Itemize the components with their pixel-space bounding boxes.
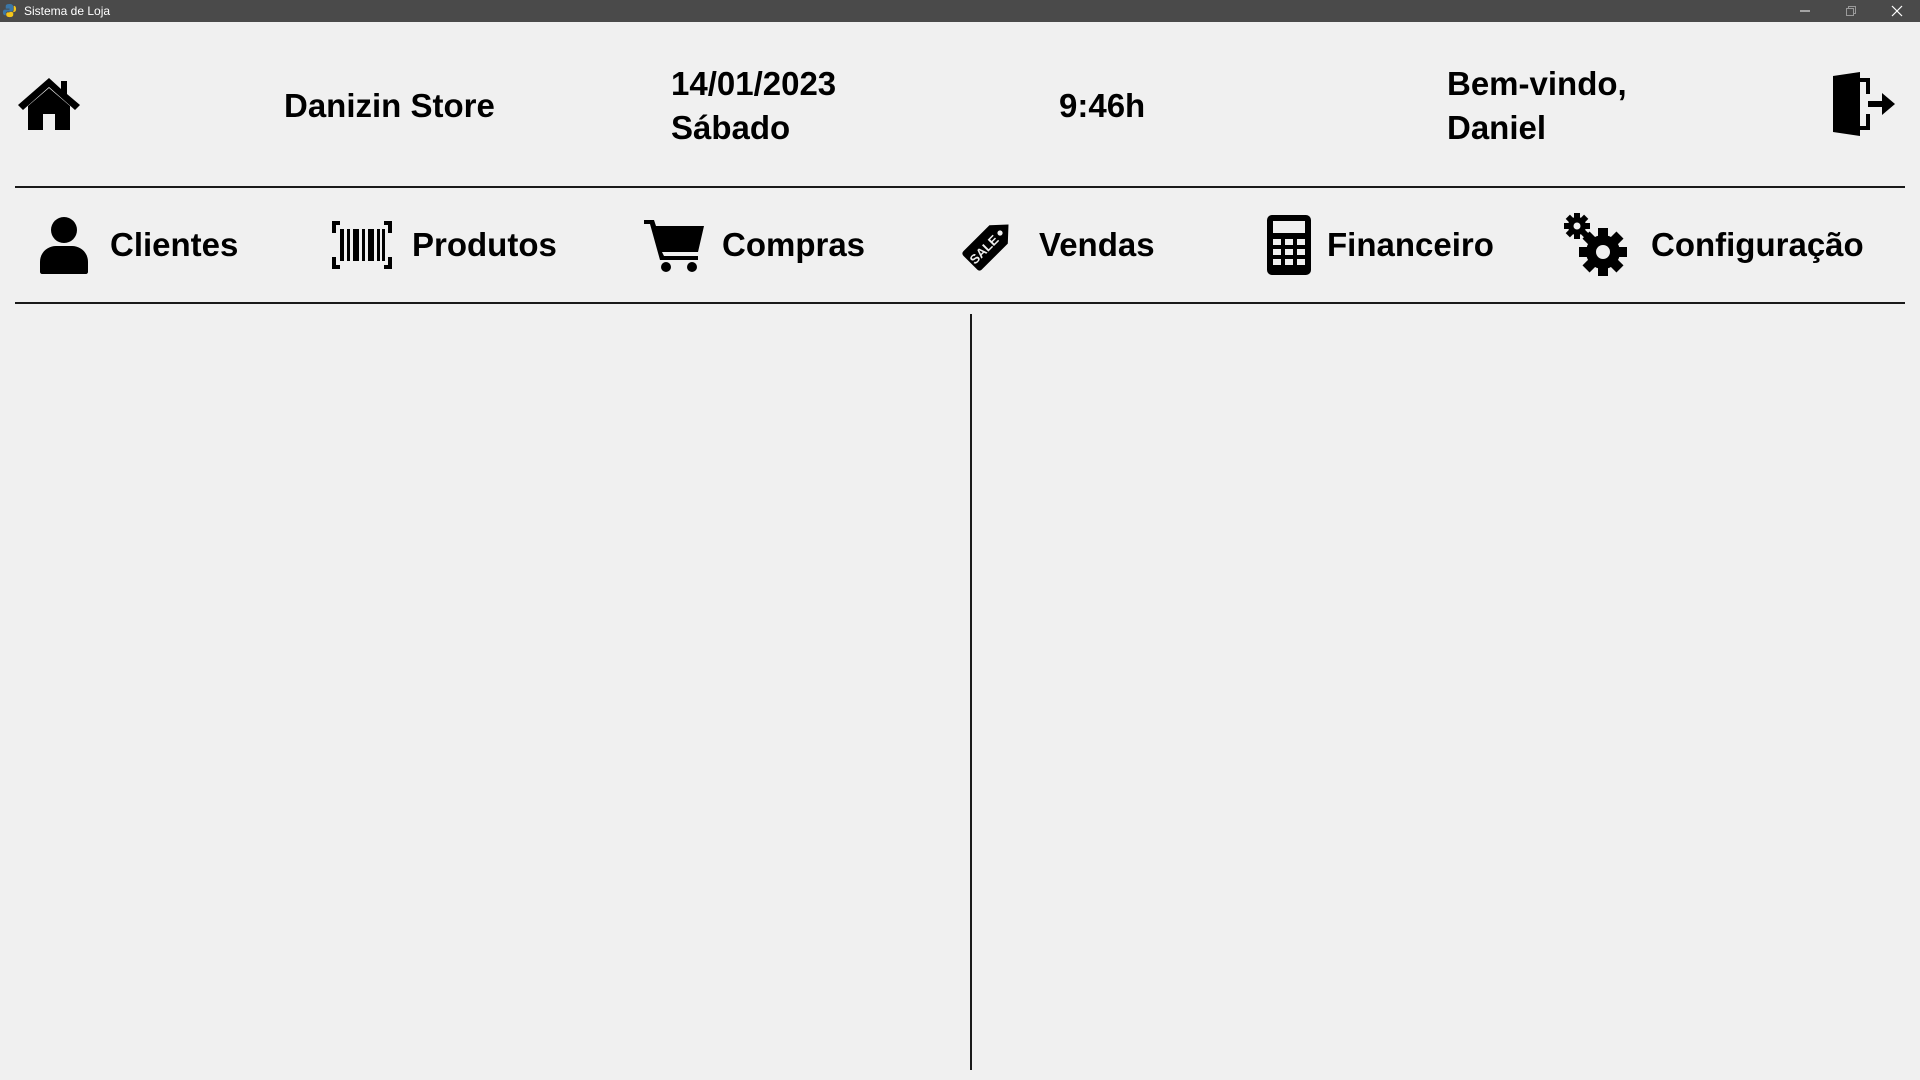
shopping-cart-icon (644, 220, 704, 272)
nav-produtos[interactable]: Produtos (330, 212, 557, 278)
close-button[interactable] (1874, 0, 1920, 22)
current-weekday: Sábado (671, 109, 791, 146)
nav-vendas-label: Vendas (1039, 226, 1155, 263)
minimize-button[interactable] (1782, 0, 1828, 22)
gears-icon (1564, 213, 1627, 276)
header-divider (15, 186, 1905, 188)
nav-clientes[interactable]: Clientes (36, 212, 238, 278)
minimize-icon (1800, 10, 1810, 12)
window-title-bar: Sistema de Loja (0, 0, 1920, 22)
store-name: Danizin Store (284, 87, 495, 124)
nav-divider (15, 302, 1905, 304)
welcome-user-name: Daniel (1447, 109, 1547, 146)
home-icon (18, 78, 80, 130)
content-column-divider (970, 314, 972, 1070)
nav-clientes-label: Clientes (110, 226, 239, 263)
maximize-button[interactable] (1828, 0, 1874, 22)
window-title: Sistema de Loja (24, 4, 111, 18)
sale-tag-icon: SALE (962, 224, 1009, 271)
welcome-greeting: Bem-vindo, (1447, 65, 1627, 102)
nav-compras-label: Compras (722, 226, 866, 263)
logout-door-icon (1833, 72, 1895, 136)
nav-configuracao-label: Configuração (1651, 226, 1864, 263)
user-icon (40, 217, 88, 274)
current-time: 9:46h (1059, 87, 1146, 124)
calculator-icon (1267, 215, 1311, 275)
current-date: 14/01/2023 (671, 65, 837, 102)
nav-vendas[interactable]: SALE Vendas (955, 212, 1155, 278)
close-icon (1891, 5, 1903, 17)
maximize-icon (1846, 6, 1856, 16)
logout-button[interactable] (1830, 70, 1898, 138)
python-icon (2, 3, 17, 18)
nav-configuracao[interactable]: Configuração (1563, 212, 1864, 278)
home-button[interactable] (16, 76, 82, 132)
nav-financeiro-label: Financeiro (1327, 226, 1494, 263)
nav-compras[interactable]: Compras (642, 212, 865, 278)
barcode-icon (332, 221, 392, 269)
nav-produtos-label: Produtos (412, 226, 557, 263)
nav-financeiro[interactable]: Financeiro (1265, 212, 1494, 278)
